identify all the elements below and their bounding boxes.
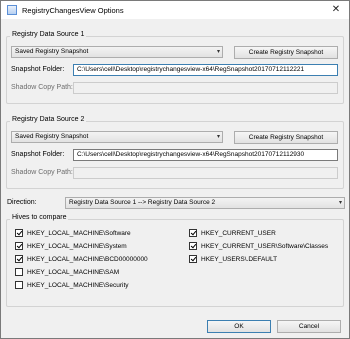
- direction-label: Direction:: [7, 199, 37, 206]
- hive-checkbox[interactable]: [15, 242, 23, 250]
- hive-checkbox-label: HKEY_LOCAL_MACHINE\SAM: [27, 268, 120, 276]
- source2-group-label: Registry Data Source 2: [10, 116, 87, 123]
- hive-checkbox-row[interactable]: HKEY_USERS\.DEFAULT: [189, 255, 277, 263]
- hive-checkbox-row[interactable]: HKEY_LOCAL_MACHINE\BCD00000000: [15, 255, 148, 263]
- hive-checkbox-label: HKEY_USERS\.DEFAULT: [201, 255, 278, 263]
- hive-checkbox-row[interactable]: HKEY_LOCAL_MACHINE\Software: [15, 229, 131, 237]
- source1-shadow-copy-label: Shadow Copy Path:: [11, 84, 73, 91]
- hive-checkbox-label: HKEY_LOCAL_MACHINE\BCD00000000: [27, 255, 148, 263]
- hive-checkbox[interactable]: [15, 268, 23, 276]
- hive-checkbox-label: HKEY_CURRENT_USER: [201, 229, 276, 237]
- source1-type-value: Saved Registry Snapshot: [15, 48, 89, 55]
- hive-checkbox[interactable]: [189, 229, 197, 237]
- options-dialog: RegistryChangesView Options ✕ Registry D…: [0, 0, 350, 339]
- close-icon[interactable]: ✕: [329, 4, 343, 16]
- hive-checkbox-label: HKEY_LOCAL_MACHINE\Software: [27, 229, 131, 237]
- source1-type-select[interactable]: Saved Registry Snapshot ▾: [11, 46, 223, 58]
- source1-snapshot-folder-input[interactable]: C:\Users\cell\Desktop\registrychangesvie…: [73, 64, 338, 76]
- chevron-down-icon: ▾: [216, 49, 220, 55]
- source2-type-value: Saved Registry Snapshot: [15, 133, 89, 140]
- source2-type-select[interactable]: Saved Registry Snapshot ▾: [11, 131, 223, 143]
- hives-group-label: Hives to compare: [10, 214, 69, 221]
- hive-checkbox-label: HKEY_LOCAL_MACHINE\Security: [27, 281, 129, 289]
- chevron-down-icon: ▾: [338, 200, 342, 206]
- hive-checkbox-row[interactable]: HKEY_CURRENT_USER\Software\Classes: [189, 242, 328, 250]
- source2-snapshot-folder-label: Snapshot Folder:: [11, 151, 65, 158]
- hive-checkbox-row[interactable]: HKEY_CURRENT_USER: [189, 229, 276, 237]
- source1-group-label: Registry Data Source 1: [10, 31, 87, 38]
- source1-shadow-copy-input[interactable]: [73, 82, 338, 94]
- source1-create-snapshot-button[interactable]: Create Registry Snapshot: [234, 46, 338, 59]
- direction-select[interactable]: Registry Data Source 1 --> Registry Data…: [65, 197, 345, 209]
- source2-create-snapshot-button[interactable]: Create Registry Snapshot: [234, 131, 338, 144]
- hive-checkbox[interactable]: [189, 255, 197, 263]
- cancel-button[interactable]: Cancel: [277, 320, 341, 333]
- title-bar: RegistryChangesView Options ✕: [1, 1, 349, 19]
- hive-checkbox-label: HKEY_CURRENT_USER\Software\Classes: [201, 242, 329, 250]
- ok-button[interactable]: OK: [207, 320, 271, 333]
- hive-checkbox-row[interactable]: HKEY_LOCAL_MACHINE\System: [15, 242, 127, 250]
- hive-checkbox[interactable]: [189, 242, 197, 250]
- hive-checkbox-row[interactable]: HKEY_LOCAL_MACHINE\SAM: [15, 268, 119, 276]
- hive-checkbox[interactable]: [15, 255, 23, 263]
- source2-shadow-copy-input[interactable]: [73, 167, 338, 179]
- source2-snapshot-folder-input[interactable]: C:\Users\cell\Desktop\registrychangesvie…: [73, 149, 338, 161]
- hive-checkbox[interactable]: [15, 281, 23, 289]
- source1-snapshot-folder-label: Snapshot Folder:: [11, 66, 65, 73]
- window-title: RegistryChangesView Options: [22, 5, 124, 15]
- chevron-down-icon: ▾: [216, 134, 220, 140]
- hive-checkbox-label: HKEY_LOCAL_MACHINE\System: [27, 242, 127, 250]
- direction-value: Registry Data Source 1 --> Registry Data…: [69, 199, 216, 206]
- hive-checkbox[interactable]: [15, 229, 23, 237]
- app-icon: [7, 5, 17, 15]
- hive-checkbox-row[interactable]: HKEY_LOCAL_MACHINE\Security: [15, 281, 129, 289]
- source2-shadow-copy-label: Shadow Copy Path:: [11, 169, 73, 176]
